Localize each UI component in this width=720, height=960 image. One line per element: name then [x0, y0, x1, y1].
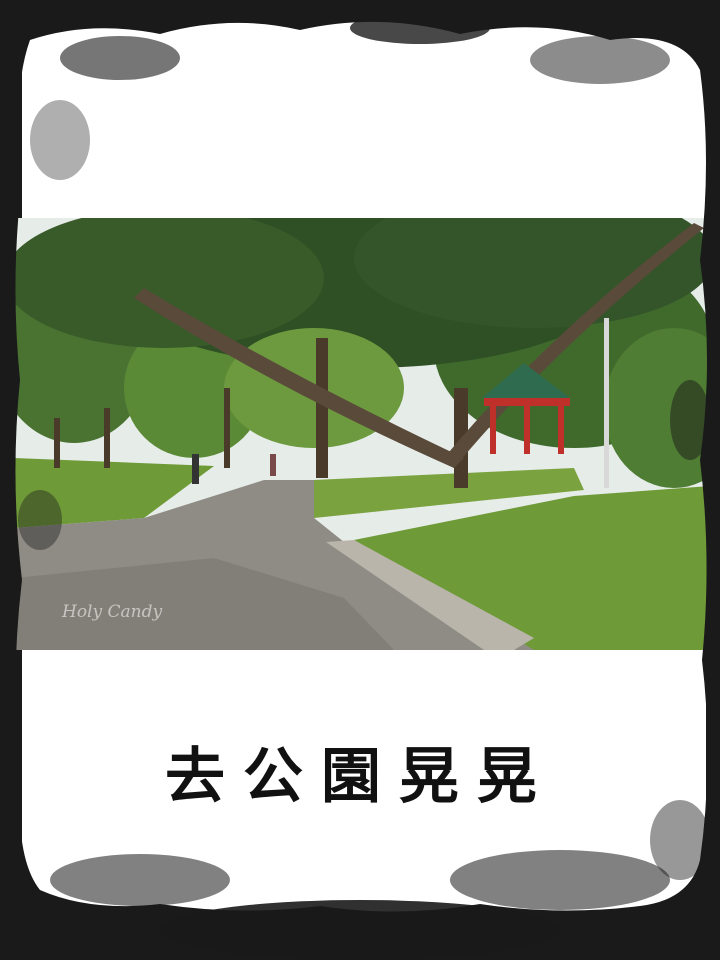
person: [192, 454, 199, 484]
person: [270, 454, 276, 476]
watermark-text: Holy Candy: [62, 602, 163, 622]
lamp-post: [604, 318, 609, 488]
poster-title: 去公園晃晃: [165, 742, 555, 812]
poster-card: Holy Candy 去公園晃晃: [0, 0, 720, 960]
park-photo: [14, 218, 710, 650]
